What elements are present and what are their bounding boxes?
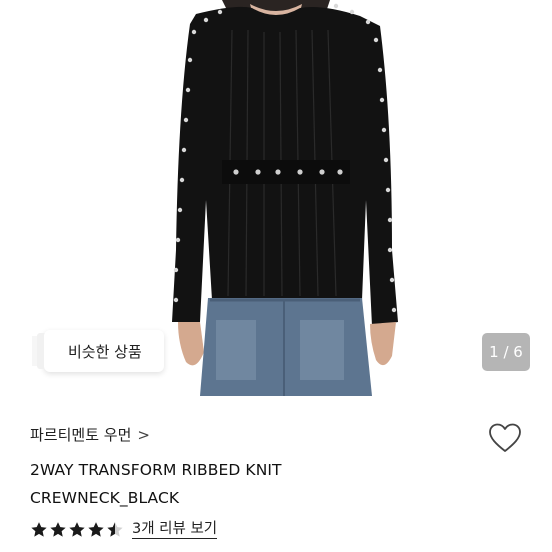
chevron-right-icon: > bbox=[137, 425, 150, 444]
star-icon bbox=[50, 522, 66, 537]
image-counter-badge: 1 / 6 bbox=[482, 333, 530, 371]
star-rating bbox=[30, 521, 124, 538]
product-title: 2WAY TRANSFORM RIBBED KNIT CREWNECK_BLAC… bbox=[30, 456, 480, 512]
star-icon bbox=[69, 522, 85, 537]
image-counter-text: 1 / 6 bbox=[489, 343, 523, 361]
product-info-section: 파르티멘토 우먼 > 2WAY TRANSFORM RIBBED KNIT CR… bbox=[0, 396, 552, 552]
store-name: 파르티멘토 우먼 bbox=[30, 426, 132, 444]
similar-products-button[interactable]: 비슷한 상품 bbox=[44, 330, 164, 372]
heart-outline-icon[interactable] bbox=[488, 422, 522, 454]
similar-products-label: 비슷한 상품 bbox=[68, 342, 142, 361]
product-image-carousel[interactable]: 비슷한 상품 1 / 6 bbox=[0, 0, 552, 396]
product-detail-page: 비슷한 상품 1 / 6 파르티멘토 우먼 > 2WAY TRANSFORM R… bbox=[0, 0, 552, 552]
product-title-line-1: 2WAY TRANSFORM RIBBED KNIT bbox=[30, 461, 282, 479]
review-link[interactable]: 3개 리뷰 보기 bbox=[132, 520, 218, 539]
star-icon bbox=[88, 522, 104, 537]
store-link[interactable]: 파르티멘토 우먼 > bbox=[30, 424, 150, 445]
rating-row: 3개 리뷰 보기 bbox=[30, 520, 218, 539]
star-icon bbox=[107, 522, 123, 537]
star-icon bbox=[31, 522, 47, 537]
product-title-line-2: CREWNECK_BLACK bbox=[30, 489, 180, 507]
